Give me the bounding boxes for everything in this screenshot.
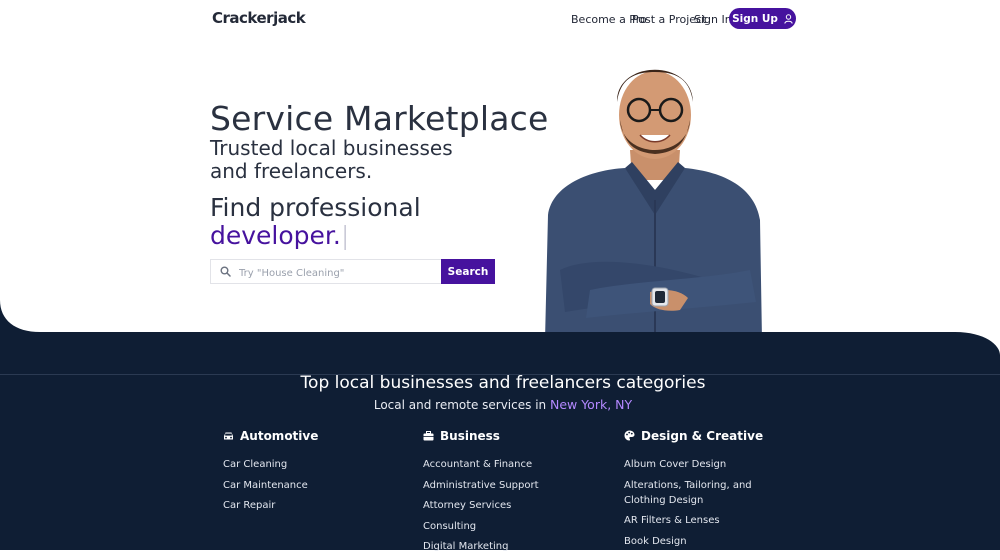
category-heading[interactable]: Automotive	[223, 428, 393, 443]
sign-up-label: Sign Up	[732, 12, 778, 25]
section-wave	[0, 300, 1000, 380]
category-link[interactable]: Digital Marketing	[423, 539, 593, 554]
sign-up-button[interactable]: Sign Up	[729, 8, 796, 29]
category-link[interactable]: AR Filters & Lenses	[624, 513, 794, 528]
find-keyword-text: developer.	[210, 221, 341, 250]
categories-title: Top local businesses and freelancers cat…	[300, 373, 706, 393]
hero-subtitle: Trusted local businesses and freelancers…	[210, 136, 453, 183]
category-link[interactable]: Attorney Services	[423, 498, 593, 513]
sign-in-link[interactable]: Sign In	[694, 13, 732, 26]
category-heading-label: Design & Creative	[641, 428, 764, 443]
category-link[interactable]: Car Cleaning	[223, 457, 393, 472]
category-list: Accountant & Finance Administrative Supp…	[423, 457, 593, 554]
user-icon	[784, 13, 793, 24]
palette-icon	[624, 430, 635, 441]
category-link[interactable]: Car Repair	[223, 498, 393, 513]
search-field	[210, 259, 441, 284]
categories-subtitle-text: Local and remote services in	[373, 398, 547, 412]
category-link[interactable]: Accountant & Finance	[423, 457, 593, 472]
category-link[interactable]: Consulting	[423, 519, 593, 534]
top-nav: Become a Pro Post a Project Sign In Sign…	[0, 0, 1000, 36]
search-input[interactable]	[237, 263, 436, 283]
category-list: Car Cleaning Car Maintenance Car Repair	[223, 457, 393, 513]
find-keyword: developer.|	[210, 221, 349, 250]
hero-person-image	[545, 69, 762, 340]
category-link[interactable]: Car Maintenance	[223, 478, 393, 493]
category-list: Album Cover Design Alterations, Tailorin…	[624, 457, 794, 549]
category-link[interactable]: Administrative Support	[423, 478, 593, 493]
category-heading[interactable]: Business	[423, 428, 593, 443]
location-link[interactable]: New York, NY	[550, 397, 632, 412]
car-icon	[224, 432, 233, 439]
hero-title: Service Marketplace	[210, 99, 549, 138]
search-icon	[220, 266, 231, 277]
search-button[interactable]: Search	[441, 259, 495, 284]
category-link[interactable]: Alterations, Tailoring, and Clothing Des…	[624, 478, 794, 508]
category-heading-label: Business	[440, 428, 500, 443]
category-heading-label: Automotive	[240, 428, 319, 443]
briefcase-icon	[423, 430, 434, 440]
typing-cursor: |	[340, 221, 350, 250]
categories-subtitle: Local and remote services in New York, N…	[0, 397, 1000, 412]
category-link[interactable]: Book Design	[624, 534, 794, 549]
category-heading[interactable]: Design & Creative	[624, 428, 794, 443]
category-column-automotive: Automotive Car Cleaning Car Maintenance …	[223, 428, 393, 519]
category-link[interactable]: Album Cover Design	[624, 457, 794, 472]
category-column-design-creative: Design & Creative Album Cover Design Alt…	[624, 428, 794, 554]
find-heading: Find professional	[210, 193, 421, 222]
category-column-business: Business Accountant & Finance Administra…	[423, 428, 593, 560]
